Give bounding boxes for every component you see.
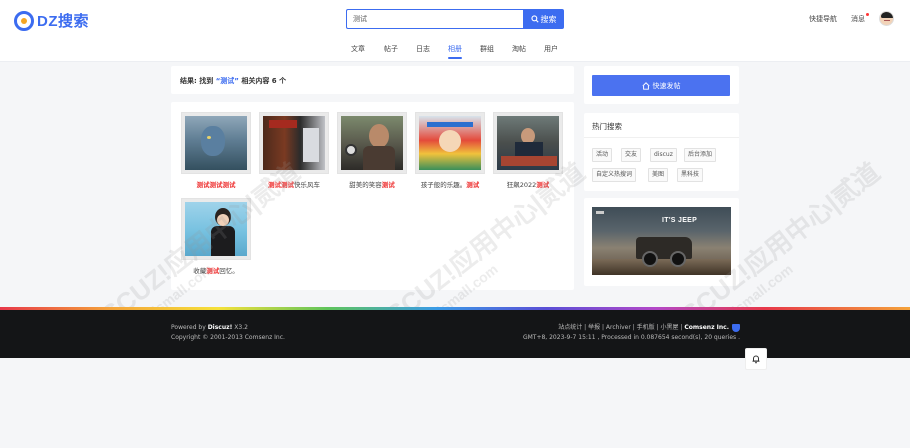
album-item[interactable]: 测试测试快乐风车 xyxy=(259,112,329,189)
ad-panel: IT'S JEEP xyxy=(584,198,739,286)
footer-left: Powered by Discuz! X3.2 Copyright © 2001… xyxy=(171,323,285,343)
site-logo[interactable]: DZ搜索 xyxy=(14,10,89,31)
hot-tag[interactable]: 后台添加 xyxy=(684,148,717,162)
search-button-label: 搜索 xyxy=(540,14,557,24)
result-keyword: “测试” xyxy=(215,77,239,85)
album-thumbnail[interactable] xyxy=(415,112,485,174)
messages-label: 消息 xyxy=(851,14,865,23)
footer-right: 站点统计 | 举报 | Archiver | 手机版 | 小黑屋 | Comse… xyxy=(523,323,740,343)
album-thumbnail[interactable] xyxy=(337,112,407,174)
hot-tag[interactable]: 自定义热搜词 xyxy=(592,168,637,182)
hot-tag[interactable]: 活动 xyxy=(592,148,613,162)
messages-link[interactable]: 消息 xyxy=(851,12,869,24)
hot-tag[interactable]: 交友 xyxy=(621,148,642,162)
logo-icon xyxy=(14,10,34,31)
quick-post-panel: 快速发帖 xyxy=(584,66,739,104)
album-item[interactable]: 收藏测试回忆。 xyxy=(181,198,251,275)
search-button[interactable]: 搜索 xyxy=(523,9,564,29)
search-icon xyxy=(530,15,539,23)
tab-blogs[interactable]: 日志 xyxy=(408,44,438,54)
hot-tag[interactable]: discuz xyxy=(650,148,677,162)
ad-terrain xyxy=(592,259,731,275)
album-item[interactable]: 甜美的笑容测试 xyxy=(337,112,407,189)
hot-tag[interactable]: 黑科技 xyxy=(677,168,704,182)
copyright: Copyright © 2001-2013 Comsenz Inc. xyxy=(171,334,285,341)
result-summary: 结果: 找到 “测试” 相关内容 6 个 xyxy=(171,66,574,94)
notification-float-button[interactable] xyxy=(745,348,767,370)
ad-logo xyxy=(596,211,604,214)
user-avatar[interactable] xyxy=(879,11,894,26)
album-caption[interactable]: 孩子般的乐趣。测试 xyxy=(415,179,485,189)
album-item[interactable]: 测试测试测试 xyxy=(181,112,251,189)
search-bar: 搜索 xyxy=(346,9,564,29)
divider xyxy=(584,137,739,138)
album-item[interactable]: 狂飙2022测试 xyxy=(493,112,563,189)
footer-links[interactable]: 站点统计 | 举报 | Archiver | 手机版 | 小黑屋 | xyxy=(558,324,682,331)
result-suffix: 相关内容 6 个 xyxy=(241,77,287,85)
album-grid: 测试测试测试 测试测试快乐风车 甜美的笑容测试 孩子般的乐趣。测试 狂飙2022… xyxy=(171,102,574,290)
tab-collections[interactable]: 淘帖 xyxy=(504,44,534,54)
bell-icon xyxy=(752,355,760,364)
header-right: 快捷导航 消息 xyxy=(809,11,894,26)
footer: Powered by Discuz! X3.2 Copyright © 2001… xyxy=(0,310,910,358)
search-type-tabs: 文章 帖子 日志 相册 群组 淘帖 用户 xyxy=(0,44,910,60)
tab-groups[interactable]: 群组 xyxy=(472,44,502,54)
album-caption[interactable]: 收藏测试回忆。 xyxy=(181,265,251,275)
tab-threads[interactable]: 帖子 xyxy=(376,44,406,54)
hot-tag[interactable]: 美图 xyxy=(648,168,669,182)
shield-icon xyxy=(732,323,740,332)
tab-users[interactable]: 用户 xyxy=(536,44,566,54)
album-caption[interactable]: 测试测试测试 xyxy=(181,179,251,189)
album-item[interactable]: 孩子般的乐趣。测试 xyxy=(415,112,485,189)
company-link[interactable]: Comsenz Inc. xyxy=(684,324,729,331)
hot-search-panel: 热门搜索 活动 交友 discuz 后台添加 自定义热搜词 美图 黑科技 xyxy=(584,113,739,191)
album-thumbnail[interactable] xyxy=(493,112,563,174)
powered-by: Powered by Discuz! X3.2 xyxy=(171,324,248,331)
quick-nav-link[interactable]: 快捷导航 xyxy=(809,14,837,24)
processing-stats: GMT+8, 2023-9-7 15:11 , Processed in 0.0… xyxy=(522,334,740,341)
notification-dot xyxy=(866,12,869,16)
album-caption[interactable]: 甜美的笑容测试 xyxy=(337,179,407,189)
album-thumbnail[interactable] xyxy=(259,112,329,174)
ad-banner[interactable]: IT'S JEEP xyxy=(592,207,731,275)
search-input[interactable] xyxy=(346,9,523,29)
quick-post-button[interactable]: 快速发帖 xyxy=(592,75,730,96)
tab-albums[interactable]: 相册 xyxy=(440,44,470,59)
jeep-image xyxy=(636,237,692,267)
album-caption[interactable]: 测试测试快乐风车 xyxy=(259,179,329,189)
result-prefix: 结果: 找到 xyxy=(180,77,214,85)
discuz-link[interactable]: Discuz! xyxy=(208,324,233,331)
logo-text: DZ搜索 xyxy=(37,13,89,30)
quick-post-label: 快速发帖 xyxy=(652,81,681,90)
album-thumbnail[interactable] xyxy=(181,198,251,260)
album-caption[interactable]: 狂飙2022测试 xyxy=(493,179,563,189)
tab-articles[interactable]: 文章 xyxy=(343,44,373,54)
ad-title: IT'S JEEP xyxy=(662,217,698,224)
upload-icon xyxy=(641,81,650,90)
hot-search-title: 热门搜索 xyxy=(592,122,622,131)
header: DZ搜索 搜索 快捷导航 消息 文章 帖子 日志 相册 群组 淘帖 用户 xyxy=(0,0,910,62)
album-thumbnail[interactable] xyxy=(181,112,251,174)
